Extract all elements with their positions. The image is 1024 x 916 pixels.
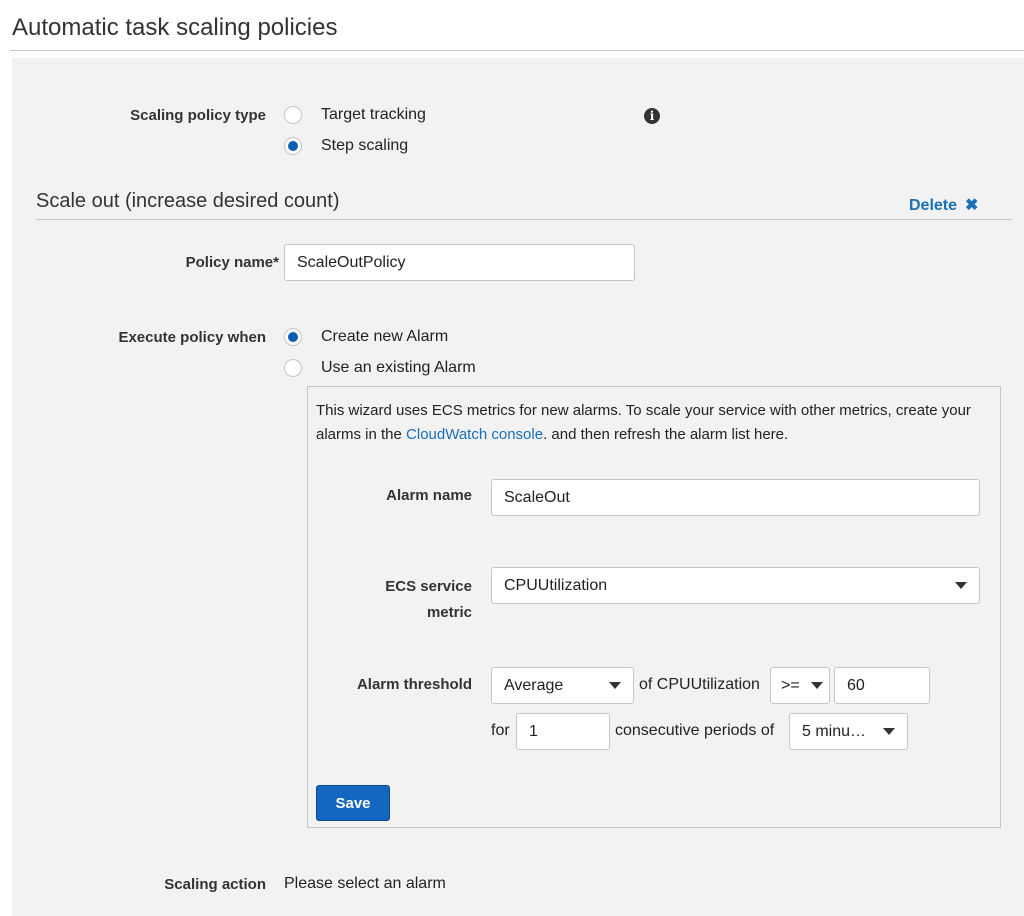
chevron-down-icon bbox=[955, 582, 967, 589]
step-scaling-label[interactable]: Step scaling bbox=[321, 137, 408, 155]
period-length-select[interactable]: 5 minu… bbox=[789, 713, 908, 750]
use-existing-alarm-radio[interactable] bbox=[284, 359, 302, 377]
use-existing-alarm-label[interactable]: Use an existing Alarm bbox=[321, 359, 476, 377]
scale-out-section-title: Scale out (increase desired count) bbox=[36, 190, 340, 212]
ecs-service-metric-select[interactable]: CPUUtilization bbox=[491, 567, 980, 604]
save-button[interactable]: Save bbox=[316, 785, 390, 821]
consecutive-periods-text: consecutive periods of bbox=[615, 722, 775, 739]
statistic-select[interactable]: Average bbox=[491, 667, 634, 704]
wizard-note: This wizard uses ECS metrics for new ala… bbox=[316, 399, 986, 447]
periods-input[interactable]: 1 bbox=[516, 713, 610, 750]
wizard-note-text-end: . and then refresh the alarm list here. bbox=[543, 426, 789, 443]
operator-value: >= bbox=[781, 676, 800, 694]
policy-name-input[interactable]: ScaleOutPolicy bbox=[284, 244, 635, 281]
for-text: for bbox=[491, 722, 510, 739]
ecs-service-metric-label: ECS service metric bbox=[385, 574, 472, 626]
info-icon[interactable]: i bbox=[644, 108, 660, 124]
alarm-name-label: Alarm name bbox=[386, 487, 472, 504]
of-metric-text: of CPUUtilization bbox=[639, 676, 760, 693]
create-new-alarm-radio[interactable] bbox=[284, 328, 302, 346]
step-scaling-radio[interactable] bbox=[284, 137, 302, 155]
section-divider bbox=[36, 219, 1012, 220]
delete-label: Delete bbox=[909, 197, 958, 214]
scaling-action-label: Scaling action bbox=[164, 876, 266, 893]
scaling-policies-panel: Scaling policy type Target tracking Step… bbox=[12, 58, 1024, 916]
chevron-down-icon bbox=[883, 728, 895, 735]
alarm-name-input[interactable]: ScaleOut bbox=[491, 479, 980, 516]
alarm-threshold-label: Alarm threshold bbox=[356, 676, 472, 693]
operator-select[interactable]: >= bbox=[770, 667, 830, 704]
title-divider bbox=[10, 50, 1024, 51]
execute-policy-when-label: Execute policy when bbox=[118, 329, 266, 346]
period-length-value: 5 minu… bbox=[802, 722, 867, 740]
close-icon: ✖ bbox=[965, 197, 979, 214]
ecs-service-metric-value: CPUUtilization bbox=[504, 576, 608, 594]
cloudwatch-console-link[interactable]: CloudWatch console bbox=[406, 426, 543, 443]
chevron-down-icon bbox=[811, 682, 823, 689]
scaling-policy-type-label: Scaling policy type bbox=[130, 107, 266, 124]
delete-link[interactable]: Delete ✖ bbox=[909, 195, 978, 215]
page-title: Automatic task scaling policies bbox=[12, 14, 338, 41]
target-tracking-label[interactable]: Target tracking bbox=[321, 106, 426, 124]
alarm-wizard: This wizard uses ECS metrics for new ala… bbox=[307, 386, 1001, 828]
ecs-service-metric-label-line2: metric bbox=[426, 604, 472, 621]
chevron-down-icon bbox=[609, 682, 621, 689]
target-tracking-radio[interactable] bbox=[284, 106, 302, 124]
threshold-value-input[interactable]: 60 bbox=[834, 667, 930, 704]
create-new-alarm-label[interactable]: Create new Alarm bbox=[321, 328, 448, 346]
policy-name-label: Policy name* bbox=[185, 254, 279, 271]
scaling-action-value: Please select an alarm bbox=[284, 875, 446, 892]
ecs-service-metric-label-line1: ECS service bbox=[385, 578, 472, 595]
statistic-value: Average bbox=[504, 676, 564, 694]
